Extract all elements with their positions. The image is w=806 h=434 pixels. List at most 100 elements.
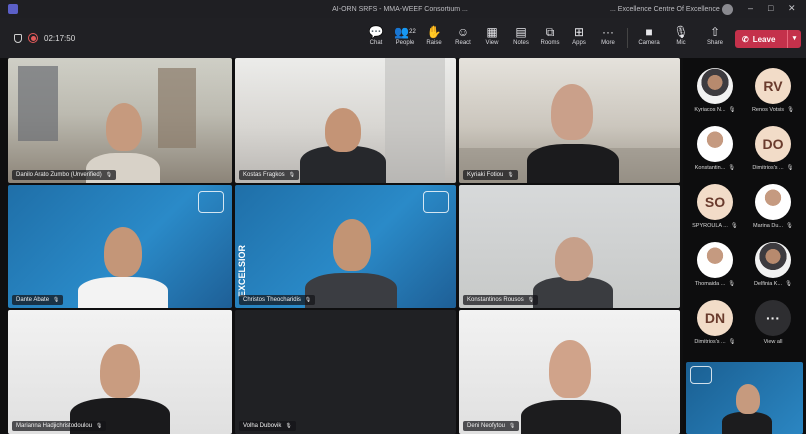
leave-dropdown-button[interactable]: ▾ — [787, 30, 801, 48]
participant-face — [551, 84, 593, 140]
avatar: RV — [755, 68, 791, 104]
video-tile[interactable]: Kostas Fragkos 🎙 — [235, 58, 456, 183]
video-tile[interactable]: Dante Abate 🎙 — [8, 185, 232, 308]
video-tile[interactable]: Marianna Hadjichristodoulou 🎙 — [8, 310, 232, 434]
participant-name-tag: Marianna Hadjichristodoulou 🎙 — [12, 421, 107, 431]
mic-muted-icon: 🎙 — [785, 281, 793, 287]
view-button[interactable]: ▦ View — [477, 24, 507, 46]
participant-name-tag: Kyriaki Fotiou 🎙 — [463, 170, 518, 180]
mic-muted-icon: 🎙 — [509, 423, 516, 429]
participant-name-tag: Deni Neofytou 🎙 — [463, 421, 520, 431]
participant-body — [533, 277, 613, 308]
mic-muted-icon: 🎙 — [728, 165, 736, 171]
participant-body — [722, 412, 772, 434]
camera-button[interactable]: ■ Camera — [634, 24, 664, 46]
view-icon: ▦ — [486, 25, 498, 39]
share-icon: ⇧ — [709, 25, 721, 39]
people-count: 22 — [409, 29, 416, 35]
account-avatar[interactable] — [722, 4, 733, 15]
video-tile[interactable]: Deni Neofytou 🎙 — [459, 310, 680, 434]
participant-item[interactable]: Delfinia K... 🎙 — [745, 242, 801, 287]
apps-button[interactable]: ⊞ Apps — [564, 24, 594, 46]
chat-icon: 💬 — [368, 25, 384, 39]
participant-name-tag: Dante Abate 🎙 — [12, 295, 64, 305]
participant-face — [555, 237, 593, 281]
video-tile[interactable]: Danilo Arato Zumbo (Unverified) 🎙 — [8, 58, 232, 183]
participant-face — [736, 384, 760, 414]
self-view-tile[interactable] — [686, 362, 803, 434]
video-tile[interactable]: Konstantinos Rousos 🎙 — [459, 185, 680, 308]
participant-item[interactable]: SO SPYROULA ... 🎙 — [687, 184, 743, 229]
participant-gallery: Kyriacos N... 🎙 RV Renos Votsis 🎙 Konstant… — [683, 58, 806, 434]
leave-label: Leave — [752, 34, 776, 44]
participant-item[interactable]: Kyriacos N... 🎙 — [687, 68, 743, 113]
participant-name-tag: Christos Theocharidis 🎙 — [239, 295, 316, 305]
recording-icon — [28, 33, 38, 43]
video-tile[interactable]: Volha Dubovik 🎙 — [235, 310, 456, 434]
participant-face — [100, 344, 140, 398]
shield-icon — [14, 33, 22, 43]
minimize-button[interactable]: – — [748, 3, 753, 13]
avatar — [755, 242, 791, 278]
mic-muted-icon: 🎙 — [787, 107, 795, 113]
participant-face — [106, 103, 142, 151]
raise-hand-button[interactable]: ✋ Raise — [419, 24, 449, 46]
mic-muted-icon: 🎙 — [728, 281, 736, 287]
view-all-button[interactable]: ··· View all — [745, 300, 801, 345]
avatar — [755, 184, 791, 220]
participant-face — [325, 108, 361, 152]
mic-muted-icon: 🎙 — [728, 107, 736, 113]
door — [385, 58, 445, 183]
mic-button[interactable]: 🎙 Mic — [666, 24, 696, 46]
people-button[interactable]: 👥22 People — [390, 24, 420, 46]
react-icon: ☺ — [456, 25, 470, 39]
participant-item[interactable]: Marina Du... 🎙 — [745, 184, 801, 229]
camera-icon: ■ — [645, 25, 653, 39]
rooms-icon: ⧉ — [545, 25, 555, 39]
video-tile[interactable]: EXCELSIOR Christos Theocharidis 🎙 — [235, 185, 456, 308]
excelsior-banner: EXCELSIOR — [237, 245, 247, 298]
organization-logo — [423, 191, 449, 213]
phone-hangup-icon: ✆ — [742, 34, 749, 44]
mic-muted-icon: 🎙 — [786, 165, 794, 171]
close-window-button[interactable]: ✕ — [788, 3, 796, 14]
mic-muted-icon: 🎙 — [507, 172, 514, 178]
window-title: AI-ORN SRFS - MMA-WEEF Consortium ... — [332, 5, 468, 13]
mic-muted-icon: 🎙 — [304, 297, 312, 303]
bookshelf — [18, 66, 58, 141]
maximize-button[interactable]: □ — [768, 3, 773, 13]
participant-item[interactable]: DN Dimitrios's ... 🎙 — [687, 300, 743, 345]
chat-button[interactable]: 💬 Chat — [361, 24, 391, 46]
avatar — [697, 242, 733, 278]
participant-face — [549, 340, 591, 398]
mic-muted-icon: 🎙 — [785, 223, 793, 229]
react-button[interactable]: ☺ React — [448, 24, 478, 46]
notes-button[interactable]: ▤ Notes — [506, 24, 536, 46]
mic-muted-icon: 🎙 — [527, 297, 535, 303]
avatar — [697, 68, 733, 104]
avatar: DO — [755, 126, 791, 162]
participant-name-tag: Volha Dubovik 🎙 — [239, 421, 296, 431]
participant-name-tag: Kostas Fragkos 🎙 — [239, 170, 300, 180]
raise-hand-icon: ✋ — [426, 25, 442, 39]
participant-face — [104, 227, 142, 277]
apps-icon: ⊞ — [573, 25, 585, 39]
video-tile[interactable]: Kyriaki Fotiou 🎙 — [459, 58, 680, 183]
participant-body — [527, 144, 619, 183]
participant-body — [305, 273, 397, 308]
mic-muted-icon: 🎙 — [105, 172, 113, 178]
organization-logo — [198, 191, 224, 213]
leave-button[interactable]: ✆ Leave ▾ — [735, 30, 801, 48]
participant-item[interactable]: Thomaida ... 🎙 — [687, 242, 743, 287]
participant-item[interactable]: RV Renos Votsis 🎙 — [745, 68, 801, 113]
participant-face — [333, 219, 371, 271]
toolbar-divider — [627, 28, 628, 48]
mic-muted-icon: 🎙 — [730, 223, 738, 229]
share-button[interactable]: ⇧ Share — [700, 24, 730, 46]
participant-item[interactable]: Konstantin... 🎙 — [687, 126, 743, 171]
avatar — [697, 126, 733, 162]
rooms-button[interactable]: ⧉ Rooms — [535, 24, 565, 46]
more-button[interactable]: ··· More — [593, 24, 623, 46]
participant-item[interactable]: DO Dimitrios's ... 🎙 — [745, 126, 801, 171]
more-icon: ··· — [602, 25, 614, 39]
